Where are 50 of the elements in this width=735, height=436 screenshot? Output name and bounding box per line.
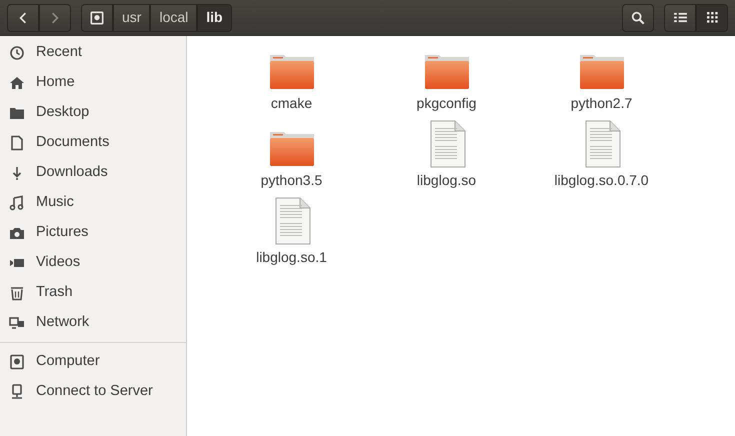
grid-icon [706,12,718,23]
file-name: python3.5 [260,171,322,190]
list-view-button[interactable] [664,4,696,32]
path-button[interactable]: lib [197,4,232,32]
sidebar-item[interactable]: Trash [0,278,186,308]
file-name: pkgconfig [416,94,476,113]
folder-item[interactable]: cmake [214,42,369,114]
sidebar-item[interactable]: Downloads [0,158,186,188]
home-icon [9,75,25,91]
sidebar-item[interactable]: Recent [0,38,186,68]
grid-view-button[interactable] [696,4,728,32]
sidebar-item[interactable]: Connect to Server [0,377,186,407]
sidebar-item[interactable]: Desktop [0,98,186,128]
folder-icon [9,105,25,121]
path-button[interactable]: local [150,4,198,32]
document-icon [9,135,25,151]
file-item[interactable]: libglog.so.0.7.0 [524,119,679,191]
sidebar-item[interactable]: Videos [0,248,186,278]
search-icon [631,10,645,24]
folder-item[interactable]: python3.5 [214,119,369,191]
folder-item[interactable]: python2.7 [524,42,679,114]
file-name: cmake [270,94,312,113]
server-icon [9,384,25,400]
sidebar-item[interactable]: Computer [0,347,186,377]
chevron-right-icon [51,12,59,24]
back-button[interactable] [7,4,39,32]
network-icon [9,315,25,331]
drive-icon [9,354,25,370]
sidebar-item[interactable]: Home [0,68,186,98]
root-path-button[interactable] [81,4,113,32]
file-name: libglog.so.0.7.0 [554,171,649,190]
path-button[interactable]: usr [113,4,150,32]
file-item[interactable]: libglog.so [369,119,524,191]
camera-icon [9,225,25,241]
trash-icon [9,285,25,301]
folder-item[interactable]: pkgconfig [369,42,524,114]
clock-icon [9,45,25,61]
file-name: libglog.so [416,171,476,190]
sidebar-item[interactable]: Documents [0,128,186,158]
chevron-left-icon [19,12,27,24]
drive-icon [90,10,104,24]
file-name: libglog.so.1 [256,248,327,267]
sidebar-item[interactable]: Pictures [0,218,186,248]
sidebar-item[interactable]: Music [0,188,186,218]
search-button[interactable] [622,4,654,32]
file-item[interactable]: libglog.so.1 [214,196,369,268]
music-icon [9,195,25,211]
list-icon [674,12,686,23]
file-name: python2.7 [570,94,632,113]
sidebar-item[interactable]: Network [0,308,186,338]
